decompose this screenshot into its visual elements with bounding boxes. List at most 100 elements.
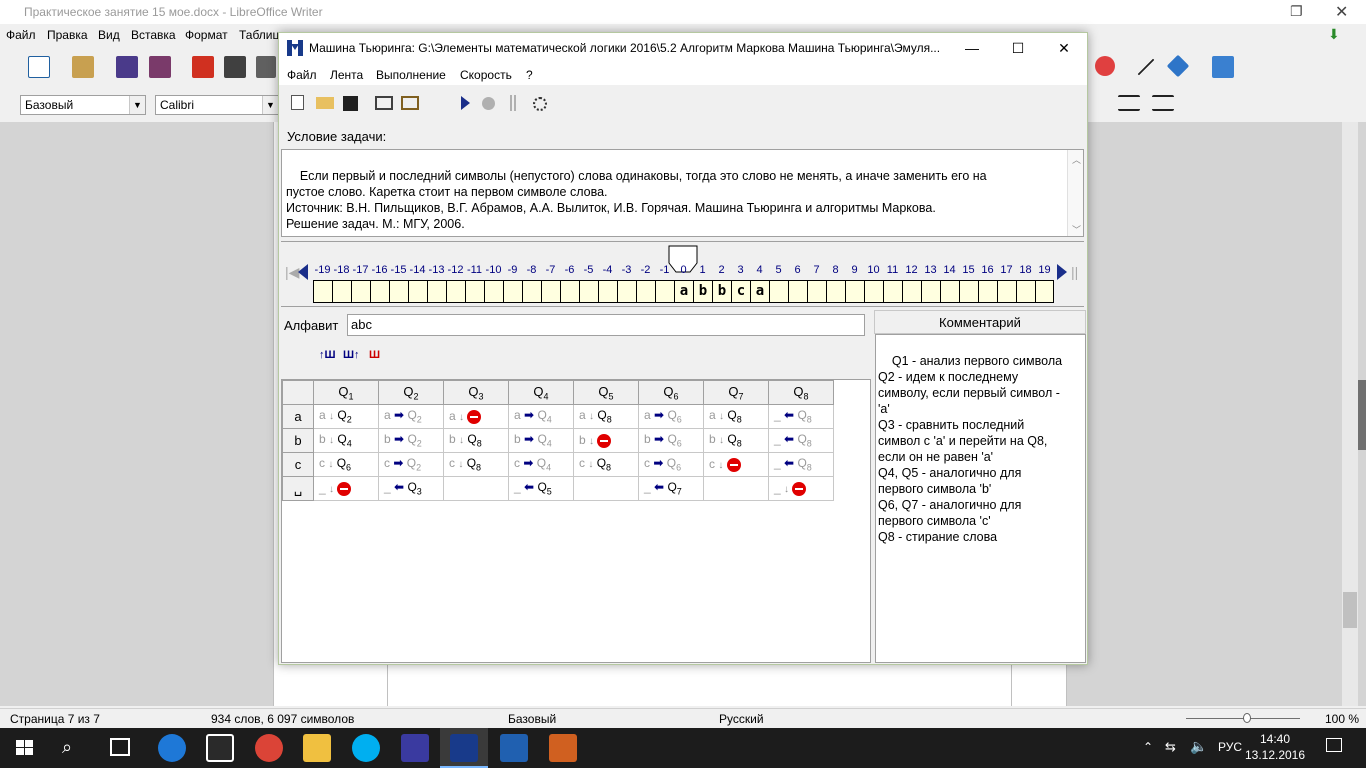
program-cell[interactable]: c ↓ Q6: [313, 452, 379, 477]
tape-cell[interactable]: [617, 280, 636, 303]
tape-cell[interactable]: [484, 280, 503, 303]
language[interactable]: Русский: [719, 712, 764, 726]
close-icon[interactable]: ✕: [1335, 2, 1348, 22]
tape-cell[interactable]: [408, 280, 427, 303]
chevron-up-icon[interactable]: ⌃: [1143, 740, 1153, 754]
impress-app-icon[interactable]: [549, 734, 577, 762]
writer-menu-format[interactable]: Формат: [185, 28, 228, 42]
tape-right-arrow-icon[interactable]: [1057, 264, 1067, 280]
tape-cell[interactable]: [1016, 280, 1035, 303]
tape-cell[interactable]: [503, 280, 522, 303]
writer-menu-view[interactable]: Вид: [98, 28, 120, 42]
program-cell[interactable]: a ↓ Q8: [573, 404, 639, 429]
tape-cell[interactable]: [845, 280, 864, 303]
search-icon[interactable]: ⌕: [62, 737, 72, 758]
alphabet-input[interactable]: abc: [347, 314, 865, 336]
tape-cell[interactable]: [427, 280, 446, 303]
open-icon[interactable]: [72, 56, 94, 78]
state-header[interactable]: Q4: [508, 380, 574, 405]
maximize-button[interactable]: ☐: [995, 33, 1041, 63]
program-cell[interactable]: _ ⬅ Q7: [638, 476, 704, 501]
tape-cell[interactable]: [465, 280, 484, 303]
new-doc-icon[interactable]: [28, 56, 50, 78]
tape-cell[interactable]: [541, 280, 560, 303]
program-cell[interactable]: _ ⬅ Q5: [508, 476, 574, 501]
program-cell[interactable]: [443, 476, 509, 501]
turing-taskbar-button[interactable]: [440, 728, 488, 768]
program-cell[interactable]: _ ⬅ Q8: [768, 428, 834, 453]
task-view-icon[interactable]: [110, 738, 130, 756]
chevron-down-icon[interactable]: ▼: [262, 96, 278, 114]
pdf-icon[interactable]: [192, 56, 214, 78]
run-icon[interactable]: [461, 96, 470, 110]
tape-cell[interactable]: [446, 280, 465, 303]
indent-icon[interactable]: [1118, 95, 1140, 111]
program-cell[interactable]: b ➡ Q6: [638, 428, 704, 453]
vertical-scrollbar[interactable]: [1342, 122, 1358, 706]
store-icon[interactable]: [206, 734, 234, 762]
program-cell[interactable]: [573, 476, 639, 501]
program-cell[interactable]: c ↓: [703, 452, 769, 477]
add-row-icon[interactable]: ↑Ш: [319, 349, 337, 367]
tape-cell[interactable]: [902, 280, 921, 303]
writer-menu-insert[interactable]: Вставка: [131, 28, 176, 42]
chevron-down-icon[interactable]: ▼: [129, 96, 145, 114]
program-cell[interactable]: c ↓ Q8: [573, 452, 639, 477]
program-cell[interactable]: _ ↓: [313, 476, 379, 501]
tape-cell[interactable]: b: [712, 280, 731, 303]
download-icon[interactable]: ⬇: [1328, 26, 1340, 43]
tape-cell[interactable]: a: [750, 280, 769, 303]
program-cell[interactable]: c ➡ Q6: [638, 452, 704, 477]
menu-speed[interactable]: Скорость: [460, 68, 512, 82]
windows-start-icon[interactable]: [16, 740, 34, 756]
chrome-icon[interactable]: [255, 734, 283, 762]
zoom-level[interactable]: 100 %: [1325, 712, 1359, 726]
tape-cell[interactable]: [522, 280, 541, 303]
menu-tape[interactable]: Лента: [330, 68, 363, 82]
tape-cell[interactable]: [560, 280, 579, 303]
clock-date[interactable]: 13.12.2016: [1242, 748, 1308, 762]
symbol-header[interactable]: c: [282, 452, 314, 477]
save-icon[interactable]: [116, 56, 138, 78]
program-cell[interactable]: [703, 476, 769, 501]
tape-cell[interactable]: a: [674, 280, 693, 303]
tape-cell[interactable]: [807, 280, 826, 303]
menu-file[interactable]: Файл: [287, 68, 317, 82]
program-cell[interactable]: b ↓ Q8: [703, 428, 769, 453]
program-cell[interactable]: b ↓ Q4: [313, 428, 379, 453]
shape-icon[interactable]: [1166, 54, 1190, 78]
export-icon[interactable]: [149, 56, 171, 78]
program-cell[interactable]: _ ↓: [768, 476, 834, 501]
writer-menu-file[interactable]: Файл: [6, 28, 36, 42]
step-icon[interactable]: [533, 97, 547, 111]
tape-cell[interactable]: [883, 280, 902, 303]
outdent-icon[interactable]: [1152, 95, 1174, 111]
tape-save-icon[interactable]: [375, 96, 393, 110]
program-cell[interactable]: c ➡ Q2: [378, 452, 444, 477]
tape-cell[interactable]: [579, 280, 598, 303]
tape-cell[interactable]: b: [693, 280, 712, 303]
program-cell[interactable]: _ ⬅ Q8: [768, 452, 834, 477]
open-folder-icon[interactable]: [316, 97, 334, 109]
tape-cell[interactable]: [655, 280, 674, 303]
tape-cell[interactable]: [313, 280, 332, 303]
tape-cell[interactable]: [864, 280, 883, 303]
tape-cell[interactable]: [351, 280, 370, 303]
program-cell[interactable]: b ↓: [573, 428, 639, 453]
state-header[interactable]: Q6: [638, 380, 704, 405]
keyboard-language[interactable]: РУС: [1218, 740, 1242, 754]
symbol-header[interactable]: ␣: [282, 476, 314, 501]
notifications-icon[interactable]: [1326, 738, 1342, 752]
writer-menu-edit[interactable]: Правка: [47, 28, 88, 42]
line-icon[interactable]: [1137, 58, 1155, 76]
save-icon[interactable]: [343, 96, 358, 111]
state-header[interactable]: Q8: [768, 380, 834, 405]
program-cell[interactable]: _ ⬅ Q3: [378, 476, 444, 501]
condition-textarea[interactable]: Если первый и последний символы (непусто…: [281, 149, 1084, 237]
new-file-icon[interactable]: [291, 95, 304, 110]
tape-cell[interactable]: [997, 280, 1016, 303]
program-cell[interactable]: b ➡ Q2: [378, 428, 444, 453]
clock-time[interactable]: 14:40: [1250, 732, 1300, 746]
skype-icon[interactable]: [352, 734, 380, 762]
program-cell[interactable]: a ➡ Q6: [638, 404, 704, 429]
